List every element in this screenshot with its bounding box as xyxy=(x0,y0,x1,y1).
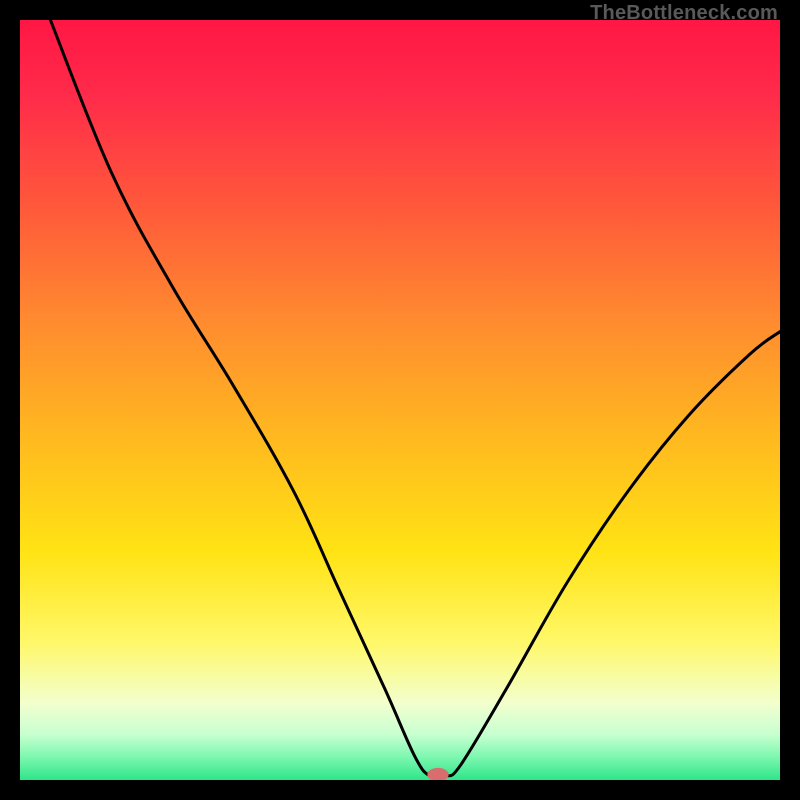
gradient-background xyxy=(20,20,780,780)
plot-svg xyxy=(20,20,780,780)
plot-area xyxy=(20,20,780,780)
chart-frame: TheBottleneck.com xyxy=(0,0,800,800)
watermark-text: TheBottleneck.com xyxy=(590,2,778,25)
